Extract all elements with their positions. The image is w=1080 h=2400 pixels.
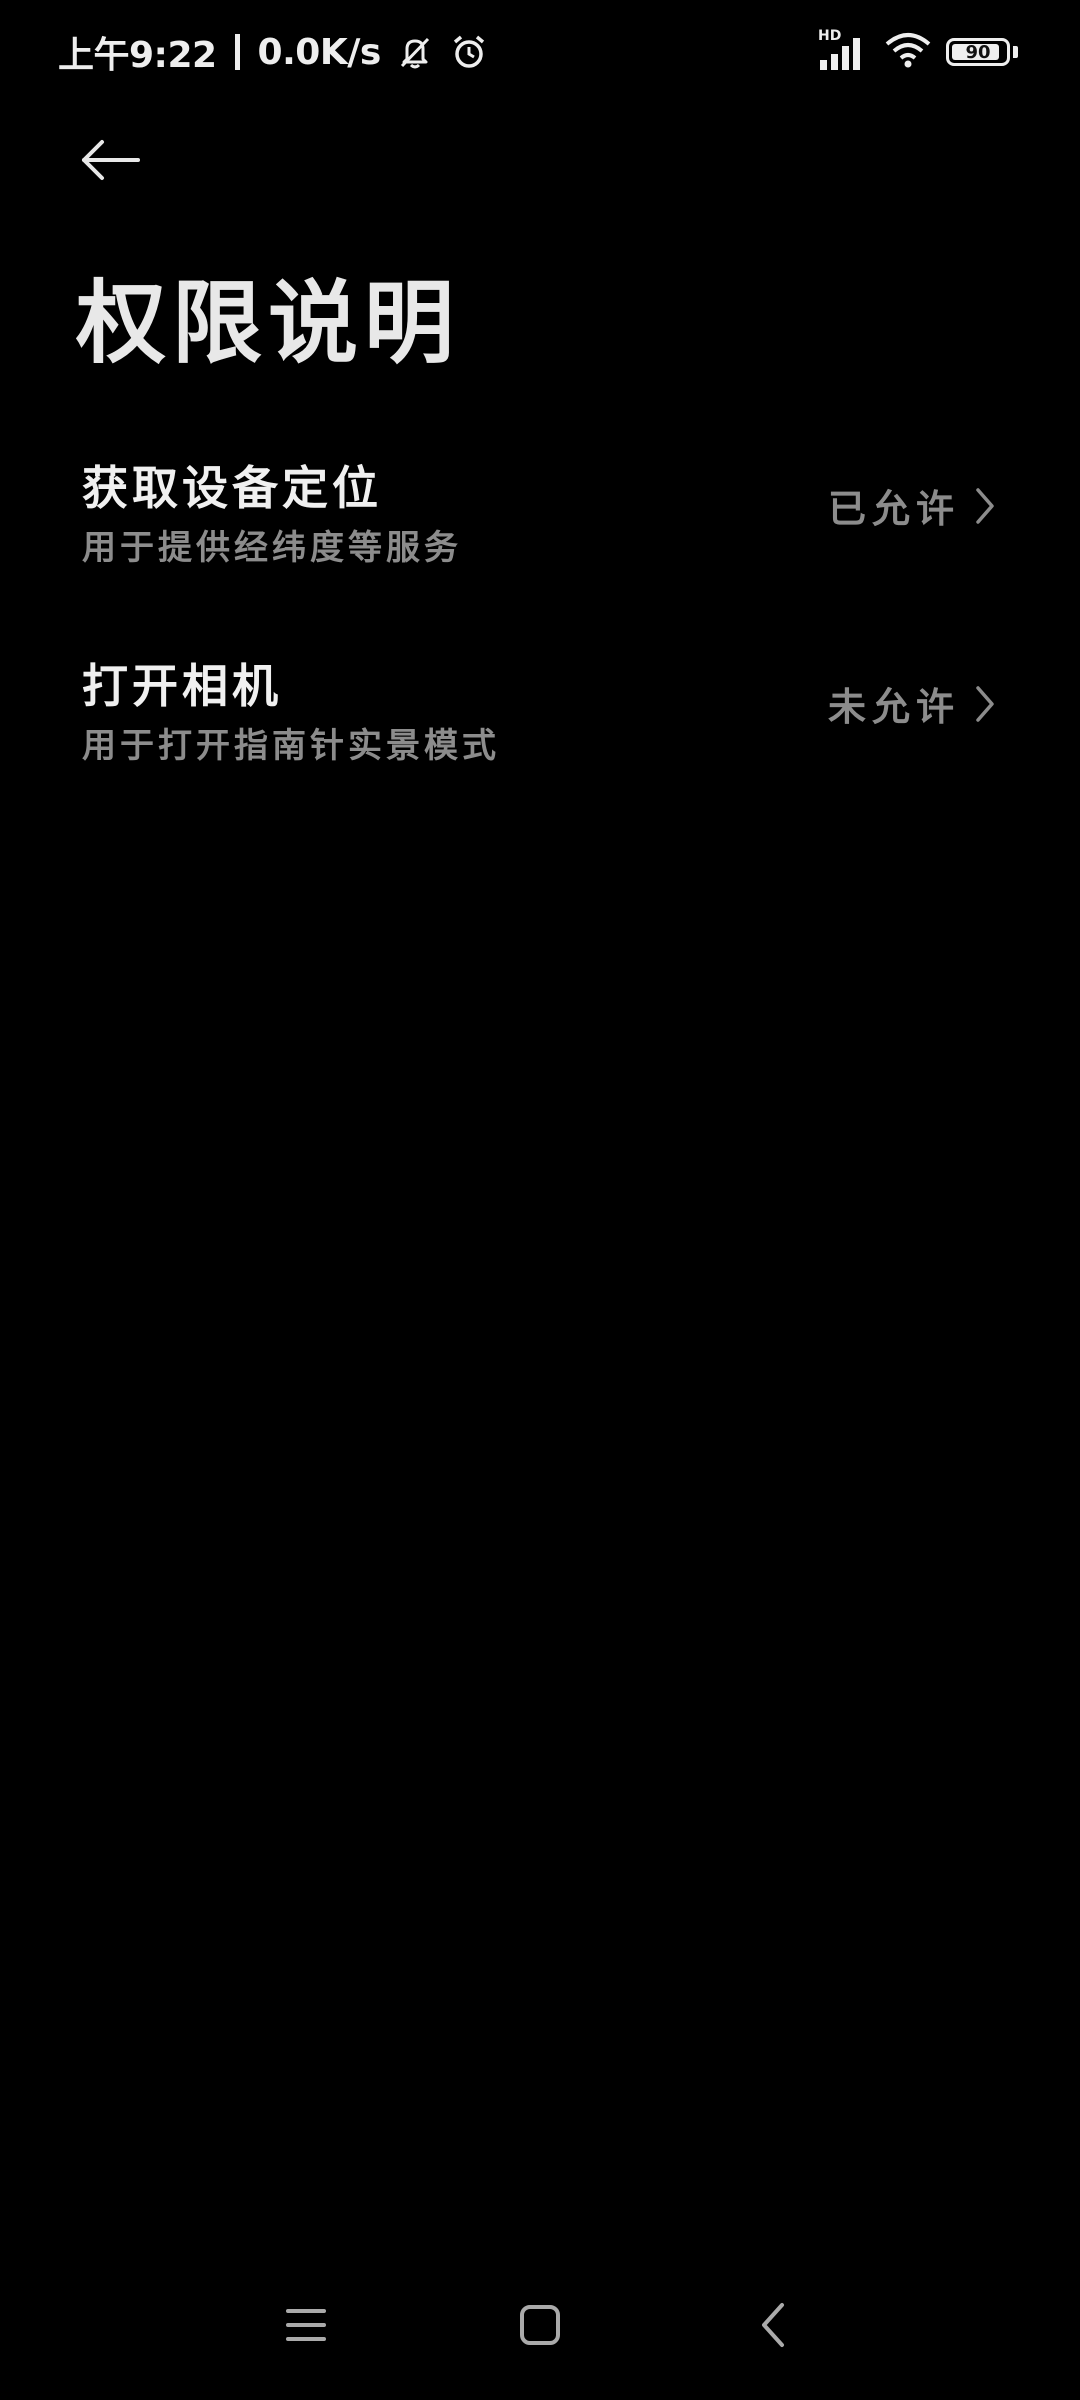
permission-item-camera[interactable]: 打开相机 用于打开指南针实景模式 未允许 — [0, 650, 1080, 830]
chevron-right-icon — [970, 484, 1000, 528]
status-right: HD 90 — [804, 28, 1018, 74]
alarm-icon — [449, 32, 489, 72]
arrow-left-icon — [82, 140, 140, 180]
permission-description: 用于打开指南针实景模式 — [82, 726, 500, 766]
back-button[interactable] — [70, 124, 150, 196]
permission-item-location[interactable]: 获取设备定位 用于提供经纬度等服务 已允许 — [0, 452, 1080, 632]
page-title: 权限说明 — [76, 270, 460, 376]
permission-description: 用于提供经纬度等服务 — [82, 528, 462, 568]
network-speed: 0.0K/s — [257, 31, 382, 73]
permission-status-text: 未允许 — [827, 684, 960, 729]
back-icon — [762, 2303, 784, 2347]
status-bar: 上午9:22 0.0K/s HD 90 — [0, 0, 1080, 104]
recent-apps-button[interactable] — [266, 2290, 346, 2360]
mute-icon — [395, 32, 435, 72]
chevron-right-icon — [970, 682, 1000, 726]
status-time: 上午9:22 — [58, 35, 217, 76]
navigation-bar — [0, 2270, 1080, 2400]
wifi-icon — [884, 30, 932, 74]
status-separator — [234, 34, 240, 70]
status-left: 上午9:22 0.0K/s — [58, 26, 489, 78]
battery-icon: 90 — [946, 38, 1010, 66]
permission-status-text: 已允许 — [827, 486, 960, 531]
permission-status[interactable]: 未允许 — [828, 676, 1000, 731]
menu-icon — [286, 2309, 326, 2341]
home-icon — [520, 2305, 560, 2345]
battery-level: 90 — [965, 41, 991, 63]
permission-title: 获取设备定位 — [82, 461, 382, 515]
battery-cap — [1013, 46, 1018, 58]
signal-icon: HD — [818, 28, 870, 72]
permission-title: 打开相机 — [82, 659, 282, 713]
home-button[interactable] — [500, 2290, 580, 2360]
system-back-button[interactable] — [734, 2290, 814, 2360]
permission-status[interactable]: 已允许 — [828, 478, 1000, 533]
